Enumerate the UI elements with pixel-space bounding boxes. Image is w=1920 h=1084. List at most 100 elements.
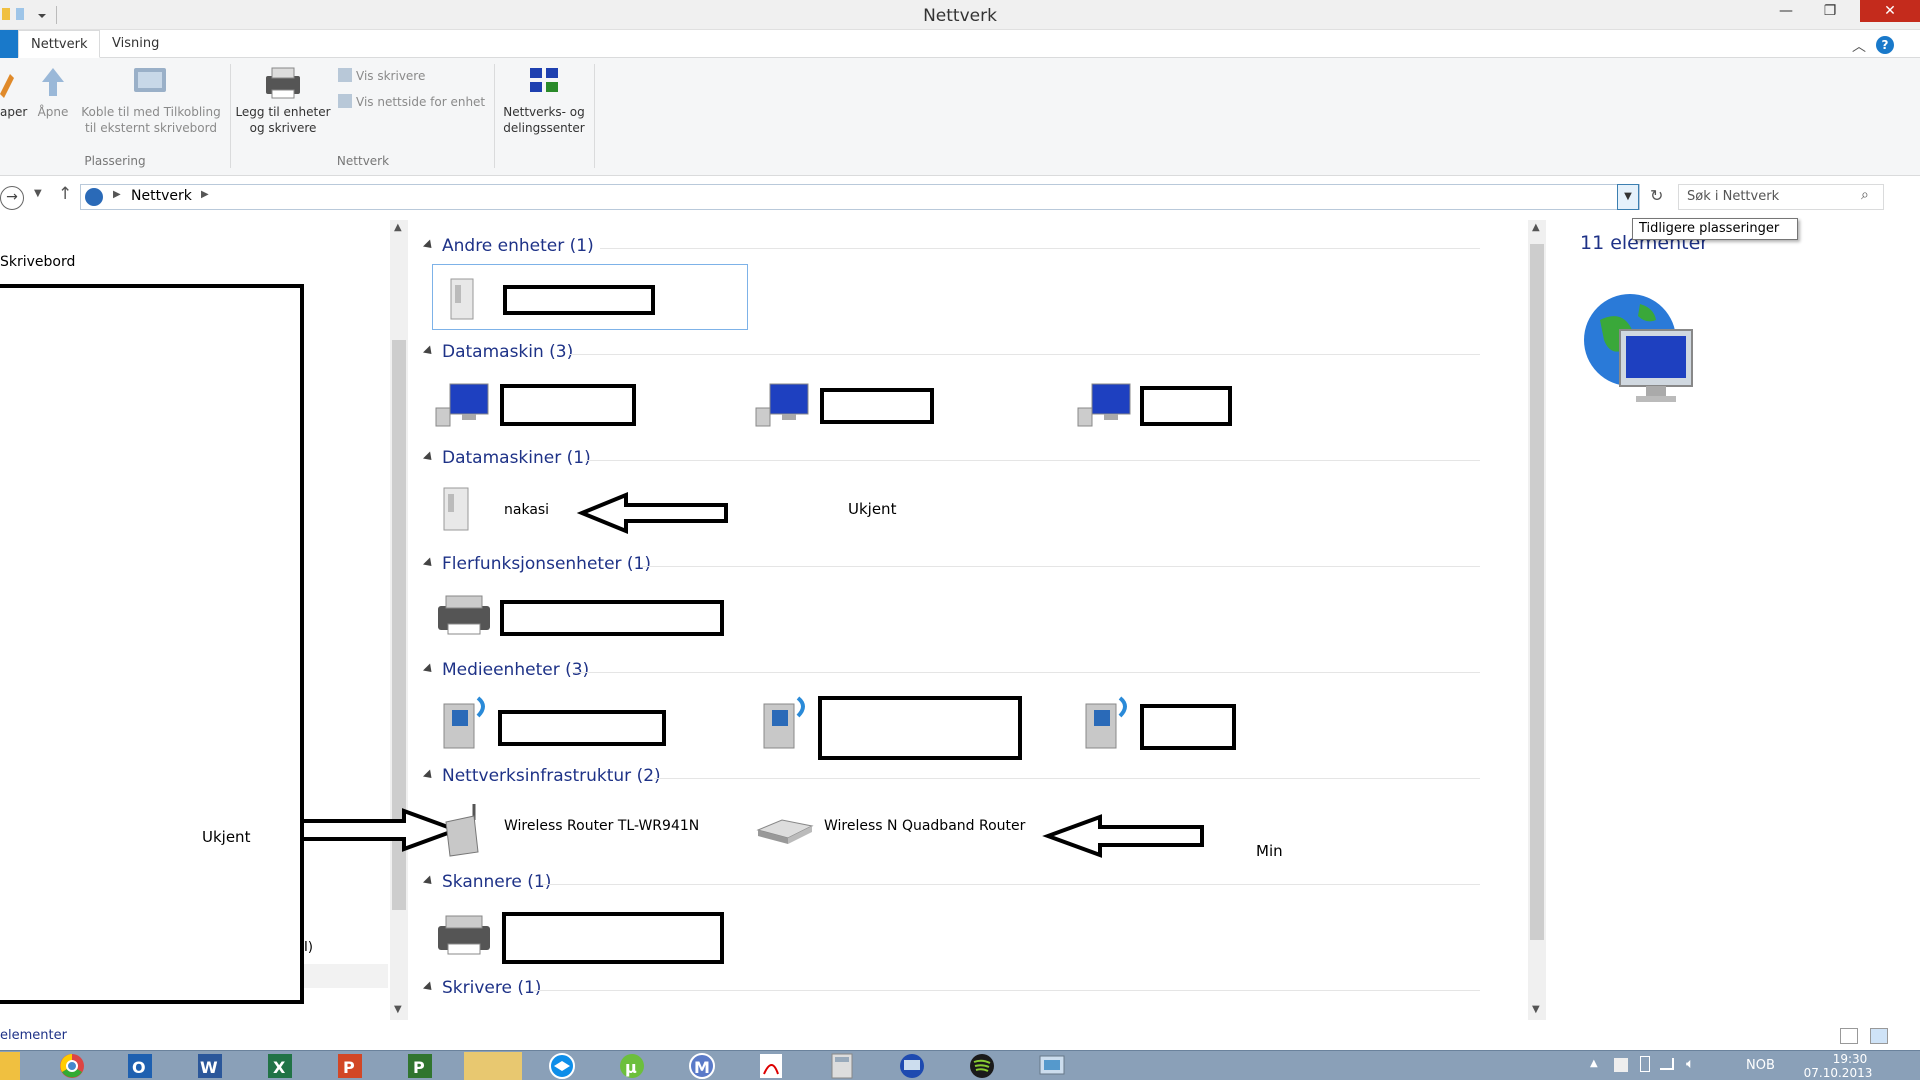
collapse-ribbon-icon[interactable]: ︿ (1852, 36, 1866, 56)
search-input[interactable]: Søk i Nettverk ⌕ (1678, 184, 1884, 210)
list-item[interactable] (434, 906, 754, 966)
list-item[interactable] (434, 688, 734, 758)
group-header[interactable]: Flerfunksjonsenheter (1) (422, 554, 651, 578)
collapse-icon (422, 345, 436, 358)
network-signal-icon[interactable] (1660, 1058, 1674, 1070)
svg-text:W: W (200, 1058, 218, 1077)
m-app-taskbar-icon[interactable]: M (678, 1052, 726, 1080)
calculator-taskbar-icon[interactable] (818, 1052, 866, 1080)
group-header[interactable]: Skrivere (1) (422, 978, 541, 1002)
chrome-taskbar-icon[interactable] (48, 1052, 96, 1080)
list-item[interactable] (1076, 688, 1376, 758)
help-icon[interactable]: ? (1876, 36, 1894, 54)
collapse-icon (422, 557, 436, 570)
scroll-up-icon[interactable]: ▲ (394, 222, 402, 233)
tooltip: Tidligere plasseringer (1632, 218, 1798, 240)
list-item[interactable] (432, 264, 748, 330)
network-center-button[interactable]: Nettverks- og delingssenter (498, 64, 590, 136)
teamviewer-taskbar-icon[interactable] (538, 1052, 586, 1080)
battery-icon[interactable] (1640, 1056, 1650, 1072)
minimize-button[interactable]: — (1764, 0, 1808, 22)
group-divider (570, 354, 1480, 355)
list-item[interactable] (754, 376, 1054, 432)
open-button[interactable]: Åpne (34, 64, 72, 120)
collapse-icon (422, 663, 436, 676)
breadcrumb-chevron-icon[interactable]: ▶ (201, 189, 209, 200)
group-header[interactable]: Datamaskiner (1) (422, 448, 591, 472)
show-hidden-icons[interactable]: ▲ (1590, 1058, 1598, 1069)
excel-taskbar-icon[interactable]: X (258, 1052, 306, 1080)
list-item[interactable] (1076, 376, 1376, 432)
refresh-button[interactable]: ↻ (1650, 186, 1663, 205)
tiles-view-icon[interactable] (1870, 1028, 1888, 1044)
printer-add-icon (266, 67, 300, 99)
word-taskbar-icon[interactable]: W (188, 1052, 236, 1080)
status-item-count: elementer (0, 1028, 67, 1043)
group-header[interactable]: Skannere (1) (422, 872, 551, 896)
address-bar[interactable]: ▶ Nettverk ▶ ▼ (80, 184, 1640, 210)
active-app-taskbar-icon[interactable] (464, 1052, 522, 1080)
list-item[interactable]: Wireless Router TL-WR941N (434, 800, 734, 860)
outlook-taskbar-icon[interactable]: O (118, 1052, 166, 1080)
address-dropdown-button[interactable]: ▼ (1617, 184, 1639, 210)
list-item[interactable]: Wireless N Quadband Router (754, 800, 1054, 860)
svg-text:O: O (132, 1058, 146, 1077)
tab-visning[interactable]: Visning (100, 30, 171, 58)
group-divider (600, 248, 1480, 249)
up-button[interactable]: ↑ (58, 184, 72, 204)
tab-nettverk[interactable]: Nettverk (18, 30, 101, 58)
media-device-icon (443, 696, 485, 749)
group-header[interactable]: Medieenheter (3) (422, 660, 589, 684)
status-bar: elementer (0, 1022, 1920, 1050)
language-indicator[interactable]: NOB (1746, 1058, 1775, 1073)
clock-time[interactable]: 19:30 (1820, 1052, 1880, 1066)
add-devices-button[interactable]: Legg til enheter og skrivere (234, 64, 332, 136)
router-icon (445, 804, 479, 857)
network-taskbar-icon[interactable] (1028, 1052, 1076, 1080)
tab-file[interactable] (0, 30, 18, 58)
group-divider (642, 566, 1480, 567)
printer-icon (438, 595, 490, 635)
redaction-box (503, 285, 655, 315)
acrobat-taskbar-icon[interactable] (748, 1052, 796, 1080)
project-taskbar-icon[interactable]: P (398, 1052, 446, 1080)
breadcrumb-path[interactable]: Nettverk (131, 188, 192, 204)
remote-taskbar-icon[interactable] (888, 1052, 936, 1080)
nav-item-desktop[interactable]: Skrivebord (0, 254, 75, 270)
file-explorer-taskbar-icon[interactable] (0, 1052, 20, 1080)
group-header[interactable]: Andre enheter (1) (422, 236, 594, 260)
list-item[interactable] (754, 688, 1054, 760)
show-printers-button[interactable]: Vis skrivere (338, 68, 425, 84)
arrow-left-annotation (576, 492, 728, 534)
group-divider (654, 778, 1480, 779)
scroll-up-icon[interactable]: ▲ (1532, 222, 1540, 233)
content-scrollbar-thumb[interactable] (1530, 244, 1544, 940)
group-header[interactable]: Datamaskin (3) (422, 342, 573, 366)
breadcrumb-chevron-icon[interactable]: ▶ (113, 189, 121, 200)
search-icon[interactable]: ⌕ (1861, 187, 1869, 203)
close-button[interactable]: ✕ (1860, 0, 1920, 22)
scroll-down-icon[interactable]: ▼ (1532, 1004, 1540, 1015)
group-header[interactable]: Nettverksinfrastruktur (2) (422, 766, 661, 790)
utorrent-taskbar-icon[interactable]: µ (608, 1052, 656, 1080)
list-item[interactable] (434, 586, 754, 642)
forward-button[interactable]: → (0, 186, 24, 210)
computer-icon (435, 383, 489, 427)
remote-desktop-button[interactable]: Koble til med Tilkobling til eksternt sk… (78, 64, 224, 136)
show-webpage-button[interactable]: Vis nettside for enhet (338, 94, 485, 110)
spotify-taskbar-icon[interactable] (958, 1052, 1006, 1080)
volume-icon[interactable]: 🔈︎ (1686, 1056, 1694, 1072)
redaction-box (820, 388, 934, 424)
action-center-icon[interactable] (1614, 1058, 1628, 1072)
properties-icon (0, 74, 14, 98)
list-item[interactable] (434, 376, 734, 432)
recent-locations-icon[interactable]: ▼ (34, 188, 42, 199)
properties-button[interactable]: aper (0, 64, 27, 120)
maximize-button[interactable]: ❐ (1808, 0, 1852, 22)
powerpoint-taskbar-icon[interactable]: P (328, 1052, 376, 1080)
clock-date[interactable]: 07.10.2013 (1798, 1066, 1878, 1080)
redaction-box (818, 696, 1022, 760)
scroll-down-icon[interactable]: ▼ (394, 1004, 402, 1015)
nav-item-highlight (304, 964, 388, 988)
details-view-icon[interactable] (1840, 1028, 1858, 1044)
